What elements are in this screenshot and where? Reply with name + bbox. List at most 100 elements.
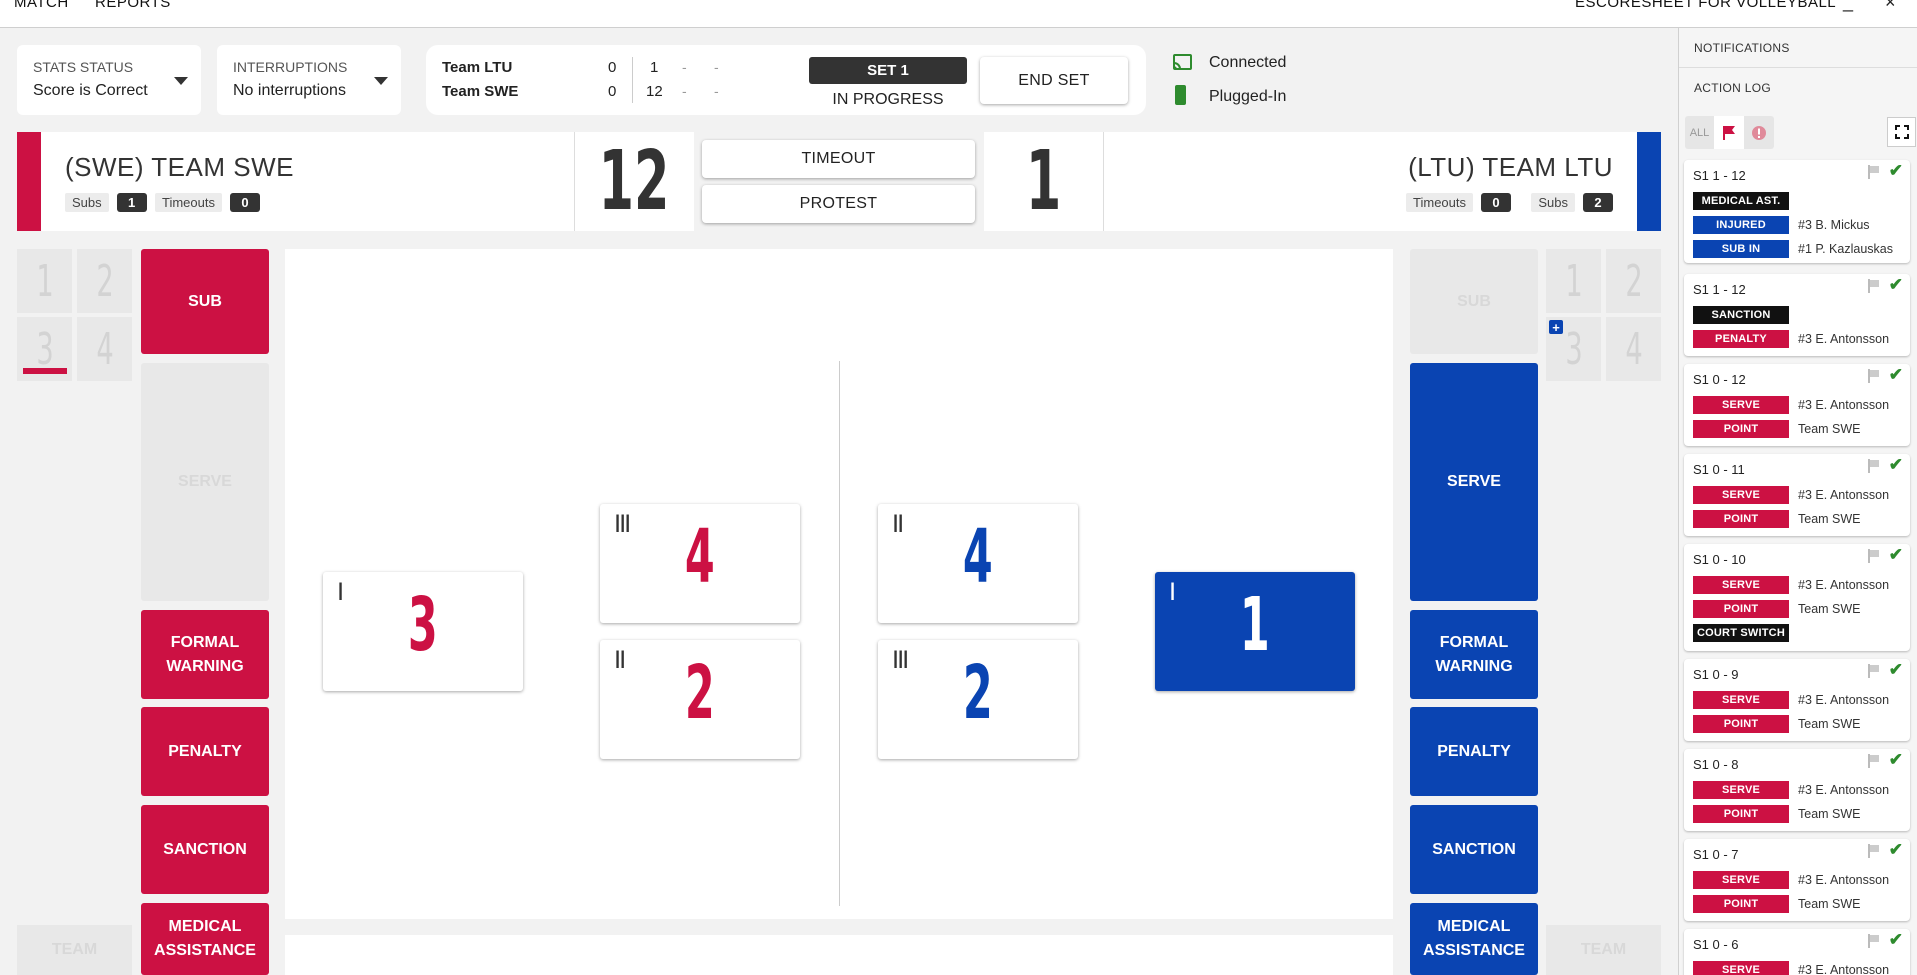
entry-tag: SERVE — [1693, 486, 1789, 504]
player-number: 2 — [685, 650, 715, 736]
home-sub-button[interactable]: SUB — [141, 249, 269, 354]
entry-tag: SERVE — [1693, 576, 1789, 594]
notifications-tab[interactable]: NOTIFICATIONS — [1694, 41, 1790, 55]
set-scores-panel: Team LTU Team SWE 0 0 1 12 - - - - SET 1… — [426, 45, 1146, 115]
entry-text: Team SWE — [1798, 512, 1861, 526]
player-number: 1 — [1240, 582, 1270, 668]
away-formal-warning-button[interactable]: FORMAL WARNING — [1410, 610, 1538, 699]
away-team-name: (LTU) TEAM LTU — [1408, 152, 1613, 182]
entry-text: Team SWE — [1798, 807, 1861, 821]
away-server-card[interactable]: I 1 — [1155, 572, 1355, 691]
home-medical-button[interactable]: MEDICAL ASSISTANCE — [141, 903, 269, 975]
divider — [1679, 67, 1917, 68]
action-log-tab[interactable]: ACTION LOG — [1694, 81, 1771, 95]
player-number: 3 — [408, 582, 438, 668]
away-bench-slot-1[interactable]: 1 — [1546, 249, 1601, 313]
home-timeouts-chip: Timeouts 0 — [155, 193, 260, 212]
fullscreen-icon[interactable] — [1887, 117, 1916, 147]
timeout-button[interactable]: TIMEOUT — [702, 140, 975, 178]
home-sanction-button[interactable]: SANCTION — [141, 805, 269, 894]
team2-name: Team SWE — [442, 83, 519, 100]
interruptions-select[interactable]: INTERRUPTIONS No interruptions — [217, 45, 401, 115]
home-score: 12 — [599, 134, 670, 229]
action-log-entry[interactable]: S1 0 - 8 ✔ SERVE #3 E. Antonsson POINT Team S… — [1684, 749, 1910, 831]
menu-match[interactable]: MATCH — [14, 0, 69, 11]
action-log-entry[interactable]: S1 0 - 6 ✔ SERVE #3 E. Antonsson — [1684, 929, 1910, 975]
away-bench-slot-4[interactable]: 4 — [1606, 317, 1661, 381]
entry-text: Team SWE — [1798, 717, 1861, 731]
away-medical-button[interactable]: MEDICAL ASSISTANCE — [1410, 903, 1538, 975]
court-lower-panel — [285, 935, 1393, 975]
end-set-button[interactable]: END SET — [980, 57, 1128, 104]
home-formal-warning-button[interactable]: FORMAL WARNING — [141, 610, 269, 699]
entry-tag: MEDICAL AST. — [1693, 192, 1789, 210]
flag-filter-icon[interactable] — [1714, 116, 1744, 149]
away-bench-slot-2[interactable]: 2 — [1606, 249, 1661, 313]
away-timeouts-chip: Timeouts 0 — [1406, 193, 1511, 212]
entry-text: #3 E. Antonsson — [1798, 578, 1890, 592]
away-sanction-button[interactable]: SANCTION — [1410, 805, 1538, 894]
home-timeouts-count: 0 — [229, 193, 260, 212]
entry-row: POINT Team SWE — [1693, 715, 1861, 733]
action-log-entry[interactable]: S1 0 - 10 ✔ SERVE #3 E. Antonsson POINT Team … — [1684, 544, 1910, 651]
action-log-entry[interactable]: S1 0 - 9 ✔ SERVE #3 E. Antonsson POINT Team S… — [1684, 659, 1910, 741]
away-sub-button[interactable]: SUB — [1410, 249, 1538, 354]
flag-icon[interactable] — [1868, 664, 1880, 678]
entry-tag: SERVE — [1693, 396, 1789, 414]
check-icon: ✔ — [1888, 161, 1903, 180]
team2-set3: - — [714, 83, 719, 99]
entry-row: POINT Team SWE — [1693, 895, 1861, 913]
home-bench-slot-4[interactable]: 4 — [77, 317, 132, 381]
filter-all[interactable]: ALL — [1685, 116, 1714, 149]
entry-row: SERVE #3 E. Antonsson — [1693, 486, 1889, 504]
away-subs-chip: Subs 2 — [1531, 193, 1613, 212]
divider — [632, 57, 633, 103]
away-penalty-button[interactable]: PENALTY — [1410, 707, 1538, 796]
flag-icon[interactable] — [1868, 459, 1880, 473]
flag-icon[interactable] — [1868, 754, 1880, 768]
away-color-bar — [1637, 132, 1661, 231]
home-bench-slot-1[interactable]: 1 — [17, 249, 72, 313]
entry-row: SERVE #3 E. Antonsson — [1693, 781, 1889, 799]
entry-tag: POINT — [1693, 420, 1789, 438]
home-player-card[interactable]: II 2 — [600, 640, 800, 759]
home-serve-button[interactable]: SERVE — [141, 363, 269, 601]
protest-button[interactable]: PROTEST — [702, 185, 975, 223]
menu-reports[interactable]: REPORTS — [95, 0, 171, 11]
flag-icon[interactable] — [1868, 369, 1880, 383]
action-log-entry[interactable]: S1 0 - 7 ✔ SERVE #3 E. Antonsson POINT Team S… — [1684, 839, 1910, 921]
flag-icon[interactable] — [1868, 165, 1880, 179]
entry-row: POINT Team SWE — [1693, 420, 1861, 438]
entry-row: SERVE #3 E. Antonsson — [1693, 576, 1889, 594]
alert-filter-icon[interactable] — [1744, 116, 1774, 149]
close-icon[interactable]: × — [1885, 0, 1896, 13]
away-timeouts-count: 0 — [1481, 193, 1511, 212]
minimize-icon[interactable]: _ — [1843, 0, 1853, 13]
check-icon: ✔ — [1888, 750, 1903, 769]
flag-icon[interactable] — [1868, 279, 1880, 293]
check-icon: ✔ — [1888, 930, 1903, 949]
action-log-entry[interactable]: S1 0 - 11 ✔ SERVE #3 E. Antonsson POINT Team … — [1684, 454, 1910, 536]
entry-tag: PENALTY — [1693, 330, 1789, 348]
action-log-entry[interactable]: S1 0 - 12 ✔ SERVE #3 E. Antonsson POINT Team … — [1684, 364, 1910, 446]
action-log-entry[interactable]: S1 1 - 12 ✔ SANCTION PENALTY #3 E. Antonsson — [1684, 274, 1910, 356]
stats-status-select[interactable]: STATS STATUS Score is Correct — [17, 45, 201, 115]
home-bench-slot-2[interactable]: 2 — [77, 249, 132, 313]
entry-text: Team SWE — [1798, 602, 1861, 616]
home-player-card[interactable]: III 4 — [600, 504, 800, 623]
home-player-card[interactable]: I 3 — [323, 572, 523, 691]
set-badge: SET 1 — [809, 57, 967, 84]
flag-icon[interactable] — [1868, 549, 1880, 563]
away-serve-button[interactable]: SERVE — [1410, 363, 1538, 601]
flag-icon[interactable] — [1868, 844, 1880, 858]
away-team-button[interactable]: TEAM — [1546, 925, 1661, 975]
entry-text: #1 P. Kazlauskas — [1798, 242, 1893, 256]
action-log-entry[interactable]: S1 1 - 12 ✔ MEDICAL AST. INJURED #3 B. Micku… — [1684, 160, 1910, 263]
flag-icon[interactable] — [1868, 934, 1880, 948]
home-team-button[interactable]: TEAM — [17, 925, 132, 975]
home-team-panel: (SWE) TEAM SWE Subs 1 Timeouts 0 — [41, 132, 574, 231]
net-line — [839, 361, 840, 906]
away-player-card[interactable]: II 4 — [878, 504, 1078, 623]
home-penalty-button[interactable]: PENALTY — [141, 707, 269, 796]
away-player-card[interactable]: III 2 — [878, 640, 1078, 759]
